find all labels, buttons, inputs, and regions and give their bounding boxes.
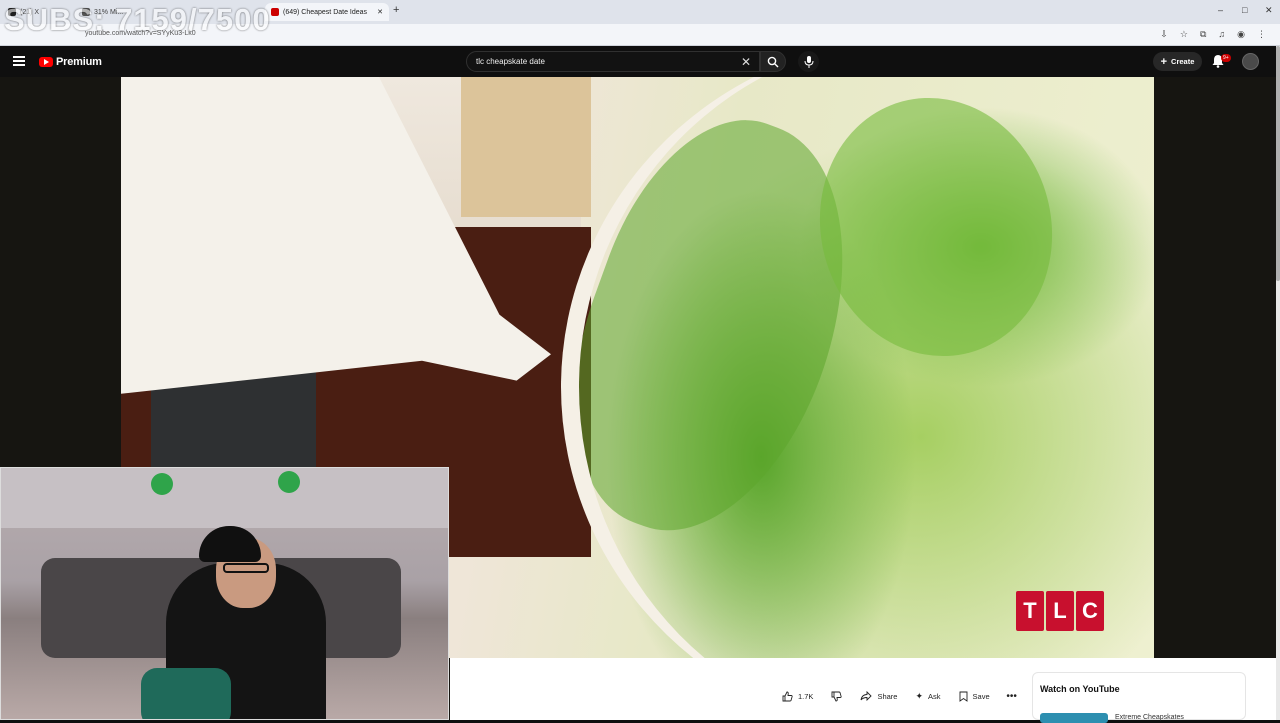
save-label: Save: [972, 691, 990, 701]
install-icon[interactable]: ⇩: [1160, 29, 1168, 40]
video-actions-bar: 1.7K Share ✦ Ask Save •••: [776, 686, 1022, 706]
menu-icon[interactable]: ⋮: [1257, 29, 1266, 40]
video-scene-plate: [561, 77, 1154, 658]
like-count: 1.7K: [798, 691, 814, 701]
search-icon: [767, 56, 779, 68]
thumbs-up-icon: [782, 691, 793, 701]
microphone-icon: [804, 56, 814, 68]
watch-on-youtube-panel[interactable]: Watch on YouTube Extreme Cheapskates: [1032, 672, 1246, 723]
streamer-pants: [141, 668, 231, 719]
search-button[interactable]: [760, 51, 786, 72]
watch-on-youtube-title: Watch on YouTube: [1040, 684, 1120, 694]
more-actions-button[interactable]: •••: [1002, 686, 1022, 706]
sparkle-icon: ✦: [915, 690, 923, 701]
create-button[interactable]: + Create: [1153, 52, 1202, 71]
browser-toolbar: ⇩ ☆ ⧉ ♫ ◉ ⋮: [1160, 29, 1266, 40]
video-scene-shelf: [461, 77, 591, 217]
more-horizontal-icon: •••: [1006, 690, 1017, 702]
save-button[interactable]: Save: [953, 686, 996, 706]
ask-label: Ask: [928, 691, 941, 701]
webcam-ceiling: [1, 468, 448, 528]
plus-icon: +: [1160, 55, 1168, 68]
streamer-glasses: [223, 563, 269, 573]
dislike-button[interactable]: [825, 686, 848, 706]
browser-tab-active[interactable]: (649) Cheapest Date Ideas ✕: [265, 3, 389, 21]
clear-search-icon[interactable]: ✕: [741, 55, 751, 69]
extensions-icon[interactable]: ⧉: [1200, 29, 1206, 40]
tlc-letter: T: [1016, 591, 1044, 631]
logo-text: Premium: [56, 56, 102, 68]
ask-button[interactable]: ✦ Ask: [909, 686, 946, 706]
plant-decoration-icon: [278, 471, 300, 493]
tlc-watermark-logo: T L C: [1016, 591, 1104, 631]
tlc-letter: C: [1076, 591, 1104, 631]
tlc-letter: L: [1046, 591, 1074, 631]
close-icon[interactable]: ✕: [377, 8, 383, 16]
thumbs-down-icon: [831, 691, 843, 701]
youtube-play-icon: [39, 57, 53, 67]
search-query: tlc cheapskate date: [476, 57, 545, 66]
share-label: Share: [877, 691, 898, 701]
voice-search-button[interactable]: [798, 51, 819, 72]
like-button[interactable]: 1.7K: [776, 686, 819, 706]
streamer-webcam-overlay: [0, 467, 449, 720]
page-scrollbar[interactable]: [1276, 46, 1280, 720]
profile-icon[interactable]: ◉: [1237, 29, 1245, 40]
menu-hamburger-icon[interactable]: [13, 56, 25, 66]
next-video-thumbnail[interactable]: [1040, 713, 1108, 723]
youtube-favicon-icon: [271, 8, 279, 16]
notification-badge: 9+: [1221, 54, 1231, 62]
share-button[interactable]: Share: [854, 686, 903, 706]
search-input[interactable]: tlc cheapskate date ✕: [466, 51, 760, 72]
minimize-button[interactable]: –: [1218, 5, 1223, 15]
bookmark-icon: [959, 691, 967, 702]
new-tab-button[interactable]: +: [393, 4, 399, 16]
share-icon: [860, 691, 873, 701]
account-avatar[interactable]: [1242, 53, 1259, 70]
media-icon[interactable]: ♫: [1218, 29, 1225, 40]
subs-counter-overlay: SUBS: 7159/7500: [4, 2, 271, 37]
tab-label: (649) Cheapest Date Ideas: [283, 8, 368, 16]
plant-decoration-icon: [151, 473, 173, 495]
maximize-button[interactable]: □: [1242, 5, 1247, 15]
streamer-hat: [199, 526, 261, 562]
scrollbar-thumb[interactable]: [1276, 46, 1280, 281]
bookmark-star-icon[interactable]: ☆: [1180, 29, 1188, 40]
close-window-button[interactable]: ✕: [1265, 5, 1273, 16]
create-label: Create: [1171, 57, 1195, 66]
youtube-logo[interactable]: Premium: [39, 56, 102, 68]
